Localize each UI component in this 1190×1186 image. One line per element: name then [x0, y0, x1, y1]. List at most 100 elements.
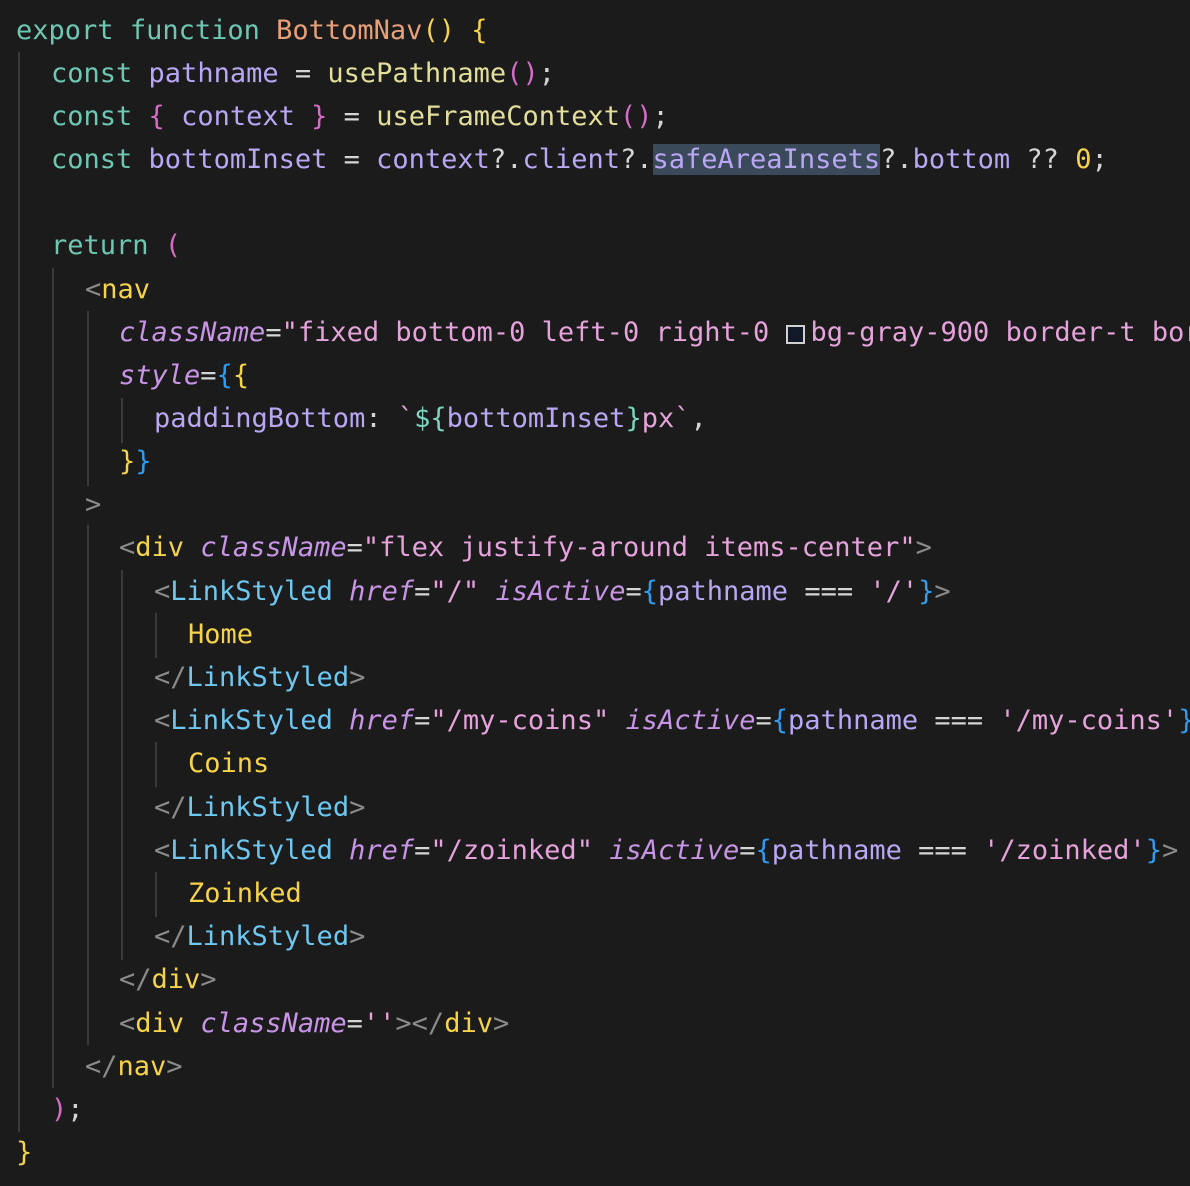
code-token: {	[232, 360, 250, 391]
code-token: {	[148, 101, 165, 132]
code-token: =	[414, 576, 431, 607]
code-line[interactable]: </LinkStyled>	[154, 656, 365, 699]
code-line[interactable]: Home	[188, 613, 253, 656]
indent-guide	[121, 570, 123, 960]
code-line[interactable]: }}	[119, 440, 152, 483]
code-token: isActive	[495, 576, 626, 607]
code-editor[interactable]: export function BottomNav() { const path…	[0, 0, 1190, 1186]
code-token: LinkStyled	[170, 576, 333, 607]
code-token: }	[119, 446, 136, 477]
code-token: :	[365, 403, 398, 434]
code-token: '/zoinked'	[983, 835, 1146, 866]
code-token: ,	[690, 403, 707, 434]
code-token: nav	[101, 274, 151, 305]
code-line[interactable]: <LinkStyled href="/" isActive={pathname …	[154, 570, 951, 613]
color-swatch[interactable]	[785, 325, 805, 344]
code-token: ===	[918, 705, 1000, 736]
code-token: <	[154, 576, 171, 607]
code-token: ${	[414, 403, 447, 434]
code-token: pathname	[771, 835, 902, 866]
code-token: div	[151, 964, 201, 995]
code-line[interactable]: paddingBottom: `${bottomInset}px`,	[154, 397, 707, 440]
code-token: bg-gray-900 border-t border-gray-700"	[810, 317, 1190, 348]
code-token: }	[311, 101, 328, 132]
code-token: ()	[620, 101, 653, 132]
code-line[interactable]: </div>	[119, 958, 217, 1001]
code-line[interactable]: <div className="flex justify-around item…	[119, 526, 932, 569]
code-line[interactable]: Coins	[188, 742, 269, 785]
code-token: (	[164, 230, 182, 261]
code-token: "/my-coins"	[430, 705, 610, 736]
code-line[interactable]: <LinkStyled href="/zoinked" isActive={pa…	[154, 829, 1178, 872]
code-token: `	[397, 403, 415, 434]
indent-guide	[155, 613, 157, 658]
code-line[interactable]: <div className=''></div>	[119, 1002, 509, 1045]
code-token: }	[918, 576, 935, 607]
code-token: =	[200, 360, 217, 391]
indent-guide	[52, 268, 54, 1088]
code-line[interactable]: >	[85, 483, 101, 526]
code-token: ;	[538, 58, 555, 89]
code-token: isActive	[625, 705, 756, 736]
code-token: ===	[788, 576, 870, 607]
code-token: 0	[1075, 144, 1092, 175]
code-token: Home	[188, 619, 254, 650]
code-token: "fixed bottom-0 left-0 right-0	[281, 317, 786, 348]
code-token: <	[119, 1008, 136, 1039]
code-token: </	[85, 1051, 118, 1082]
code-token: ''	[362, 1008, 396, 1039]
code-token: LinkStyled	[170, 835, 333, 866]
code-token: </	[119, 964, 152, 995]
code-line[interactable]: export function BottomNav() {	[16, 9, 487, 52]
code-token: href	[349, 705, 415, 736]
code-token: Zoinked	[188, 878, 302, 909]
code-token: {	[641, 576, 659, 607]
code-line[interactable]: <LinkStyled href="/my-coins" isActive={p…	[154, 699, 1190, 742]
code-token: <	[154, 835, 171, 866]
code-token: LinkStyled	[186, 792, 350, 823]
code-line[interactable]: <nav	[85, 268, 150, 311]
code-line[interactable]: const { context } = useFrameContext();	[51, 95, 669, 138]
code-token: pathname	[148, 58, 279, 89]
code-token: {	[471, 15, 488, 46]
code-line[interactable]: Zoinked	[188, 872, 302, 915]
code-token: px`	[641, 403, 691, 434]
code-token: >	[915, 532, 932, 563]
code-token: }	[135, 446, 152, 477]
code-line[interactable]: </LinkStyled>	[154, 915, 365, 958]
code-token: export	[16, 15, 114, 46]
code-line[interactable]: const bottomInset = context?.client?.saf…	[51, 138, 1108, 181]
code-token: const	[51, 101, 133, 132]
code-line[interactable]: className="fixed bottom-0 left-0 right-0…	[119, 311, 1190, 354]
code-token: ></	[395, 1008, 445, 1039]
code-line[interactable]: </LinkStyled>	[154, 786, 365, 829]
code-token: >	[349, 792, 366, 823]
code-token: =	[346, 532, 363, 563]
code-token: =	[414, 705, 431, 736]
code-token: style	[119, 360, 201, 391]
code-token: ?.	[880, 144, 913, 175]
code-token: "/zoinked"	[430, 835, 593, 866]
code-token: className	[200, 532, 347, 563]
code-token: bottom	[912, 144, 1011, 175]
code-token: function	[129, 15, 260, 46]
code-line[interactable]: return (	[51, 224, 181, 267]
code-line[interactable]: const pathname = usePathname();	[51, 52, 555, 95]
code-token: useFrameContext	[376, 101, 621, 132]
code-line[interactable]: </nav>	[85, 1045, 183, 1088]
code-token: >	[166, 1051, 183, 1082]
code-token: }	[16, 1137, 33, 1168]
code-token: '/my-coins'	[999, 705, 1179, 736]
code-token: const	[51, 144, 133, 175]
code-token: LinkStyled	[170, 705, 333, 736]
code-line[interactable]: }	[16, 1131, 32, 1174]
code-line[interactable]: style={{	[119, 354, 249, 397]
code-line[interactable]: );	[51, 1088, 84, 1131]
code-token: <	[154, 705, 171, 736]
